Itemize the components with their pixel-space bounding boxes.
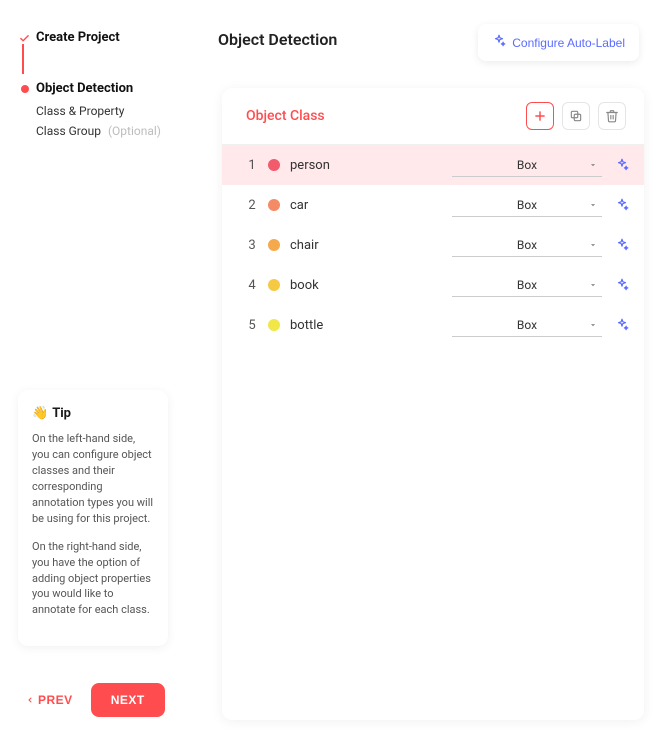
autolabel-row-button[interactable] bbox=[612, 315, 632, 335]
prev-button[interactable]: PREV bbox=[26, 693, 73, 707]
dot-icon bbox=[18, 83, 30, 95]
autolabel-row-button[interactable] bbox=[612, 275, 632, 295]
class-index: 5 bbox=[246, 318, 258, 333]
class-index: 3 bbox=[246, 238, 258, 253]
tip-card: 👋 Tip On the left-hand side, you can con… bbox=[18, 390, 168, 646]
add-class-button[interactable] bbox=[526, 102, 554, 130]
optional-tag: (Optional) bbox=[108, 124, 161, 138]
class-row[interactable]: 4 book Box bbox=[222, 265, 644, 305]
annotation-type-select[interactable]: Box bbox=[452, 153, 602, 177]
substep-label: Class & Property bbox=[36, 104, 125, 118]
step-create-project[interactable]: Create Project bbox=[18, 30, 188, 45]
step-label: Create Project bbox=[36, 30, 120, 45]
class-color-dot bbox=[268, 199, 280, 211]
step-label: Object Detection bbox=[36, 81, 133, 96]
class-color-dot bbox=[268, 279, 280, 291]
object-class-panel: Object Class 1 person Box 2 ca bbox=[222, 88, 644, 720]
delete-class-button[interactable] bbox=[598, 102, 626, 130]
annotation-type-value: Box bbox=[517, 318, 537, 332]
step-object-detection[interactable]: Object Detection bbox=[18, 81, 188, 96]
timeline-connector bbox=[22, 44, 24, 74]
class-index: 2 bbox=[246, 198, 258, 213]
class-row[interactable]: 2 car Box bbox=[222, 185, 644, 225]
autolabel-label: Configure Auto-Label bbox=[512, 36, 625, 50]
caret-down-icon bbox=[588, 159, 598, 173]
annotation-type-value: Box bbox=[517, 198, 537, 212]
annotation-type-select[interactable]: Box bbox=[452, 193, 602, 217]
configure-autolabel-button[interactable]: Configure Auto-Label bbox=[478, 24, 639, 61]
copy-class-button[interactable] bbox=[562, 102, 590, 130]
chevron-left-icon bbox=[26, 693, 34, 707]
check-icon bbox=[18, 32, 30, 44]
class-row[interactable]: 3 chair Box bbox=[222, 225, 644, 265]
prev-label: PREV bbox=[38, 693, 73, 707]
panel-title: Object Class bbox=[246, 108, 325, 124]
annotation-type-value: Box bbox=[517, 278, 537, 292]
substep-label: Class Group bbox=[36, 124, 101, 138]
tip-paragraph-2: On the right-hand side, you have the opt… bbox=[32, 539, 154, 619]
next-label: NEXT bbox=[111, 693, 145, 707]
sparkle-icon bbox=[492, 34, 506, 51]
wave-icon: 👋 bbox=[32, 406, 48, 421]
autolabel-row-button[interactable] bbox=[612, 235, 632, 255]
class-name: chair bbox=[290, 238, 442, 253]
class-name: book bbox=[290, 278, 442, 293]
annotation-type-select[interactable]: Box bbox=[452, 233, 602, 257]
class-color-dot bbox=[268, 159, 280, 171]
tip-paragraph-1: On the left-hand side, you can configure… bbox=[32, 431, 154, 527]
class-row[interactable]: 1 person Box bbox=[222, 145, 644, 185]
caret-down-icon bbox=[588, 239, 598, 253]
tip-heading: 👋 Tip bbox=[32, 406, 154, 421]
caret-down-icon bbox=[588, 279, 598, 293]
annotation-type-select[interactable]: Box bbox=[452, 273, 602, 297]
class-color-dot bbox=[268, 239, 280, 251]
next-button[interactable]: NEXT bbox=[91, 683, 165, 717]
autolabel-row-button[interactable] bbox=[612, 195, 632, 215]
annotation-type-value: Box bbox=[517, 238, 537, 252]
class-index: 4 bbox=[246, 278, 258, 293]
class-index: 1 bbox=[246, 158, 258, 173]
substep-class-group[interactable]: Class Group (Optional) bbox=[18, 124, 188, 138]
class-name: bottle bbox=[290, 318, 442, 333]
tip-heading-text: Tip bbox=[52, 406, 71, 421]
class-color-dot bbox=[268, 319, 280, 331]
annotation-type-select[interactable]: Box bbox=[452, 313, 602, 337]
caret-down-icon bbox=[588, 199, 598, 213]
annotation-type-value: Box bbox=[517, 158, 537, 172]
class-row[interactable]: 5 bottle Box bbox=[222, 305, 644, 345]
class-name: car bbox=[290, 198, 442, 213]
page-title: Object Detection bbox=[218, 30, 337, 49]
class-list: 1 person Box 2 car Box 3 chair Box bbox=[222, 145, 644, 345]
caret-down-icon bbox=[588, 319, 598, 333]
substep-class-property[interactable]: Class & Property bbox=[18, 104, 188, 118]
autolabel-row-button[interactable] bbox=[612, 155, 632, 175]
class-name: person bbox=[290, 158, 442, 173]
